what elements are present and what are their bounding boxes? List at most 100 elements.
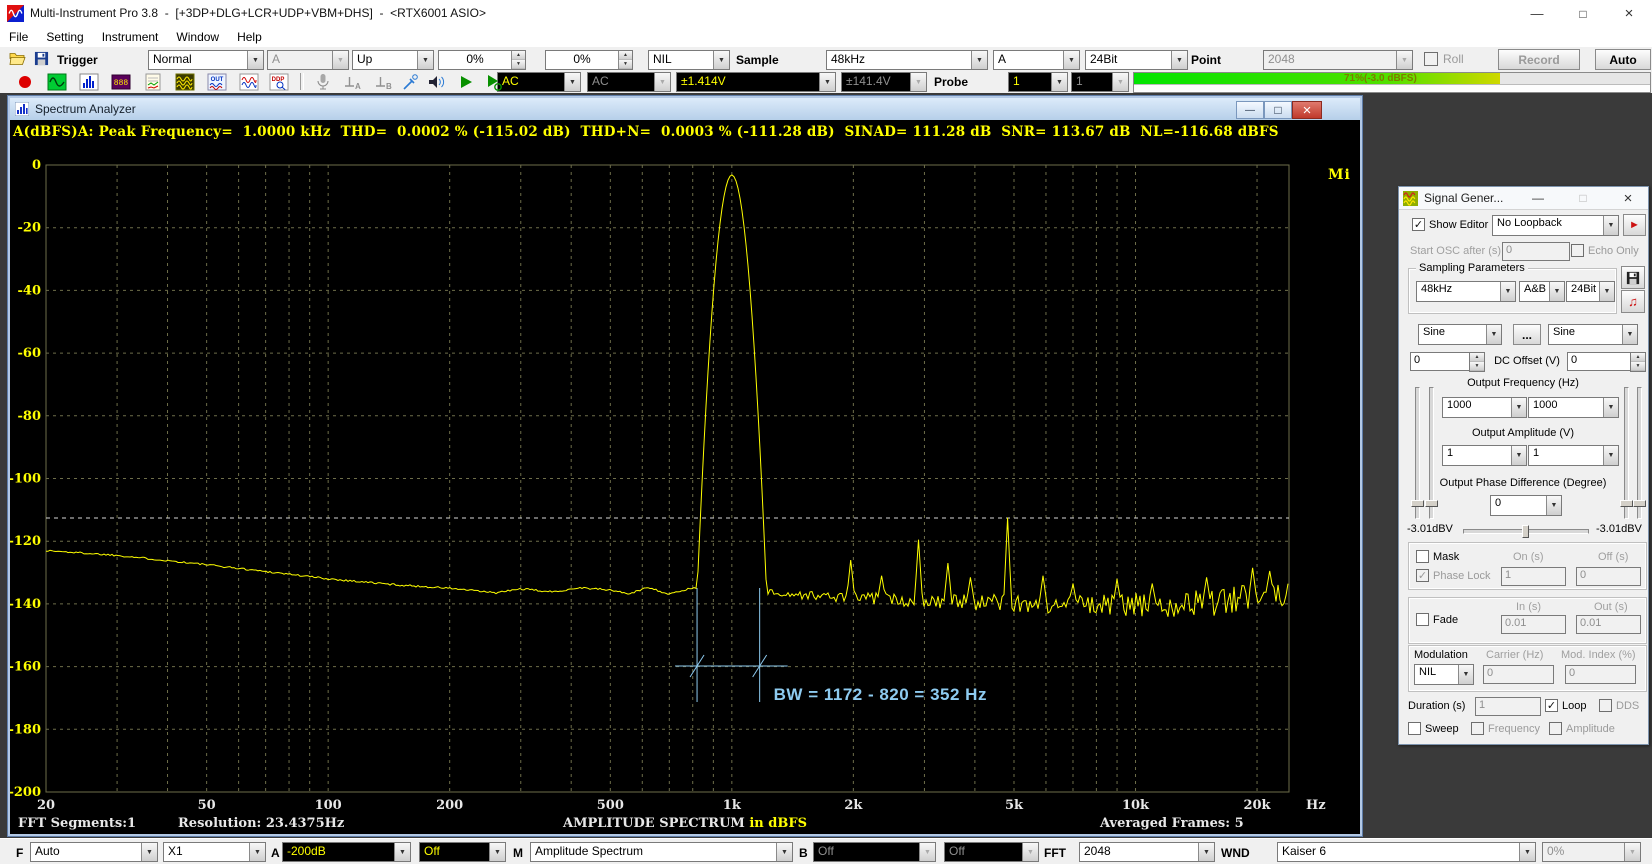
speaker-icon[interactable] — [426, 71, 448, 92]
gen-sample-rate-select[interactable]: 48kHz — [1416, 281, 1516, 302]
spectrum-analyzer-icon[interactable] — [78, 71, 100, 92]
modulation-type-select[interactable]: NIL — [1414, 664, 1474, 685]
probe-label: Probe — [934, 75, 968, 89]
save-signal-button[interactable] — [1621, 266, 1645, 289]
trigger-hpf-select[interactable]: NIL — [648, 50, 730, 70]
a-shift-select[interactable]: Off — [419, 842, 506, 862]
sample-bits-select[interactable]: 24Bit — [1085, 50, 1188, 70]
menu-window[interactable]: Window — [167, 27, 228, 46]
spectrum-restore-button[interactable] — [1264, 101, 1292, 119]
siggen-close-button[interactable] — [1617, 189, 1639, 207]
menu-setting[interactable]: Setting — [37, 27, 92, 46]
x-axis-tick-label: 10k — [1122, 798, 1150, 813]
zoom-select[interactable]: X1 — [163, 842, 266, 862]
level-slider-b1[interactable] — [1624, 387, 1629, 519]
device-test-plan-icon[interactable]: OUT — [206, 71, 228, 92]
loopback-select[interactable]: No Loopback — [1492, 215, 1619, 236]
trigger-edge-select[interactable]: Up — [352, 50, 434, 70]
microphone-icon[interactable] — [312, 71, 334, 92]
sweep-checkbox[interactable]: Sweep — [1408, 722, 1459, 735]
auto-button[interactable]: Auto — [1595, 49, 1651, 70]
fade-checkbox[interactable]: Fade — [1416, 613, 1458, 626]
frequency-b-select[interactable]: 1000 — [1528, 397, 1619, 418]
sample-channel-select[interactable]: A — [993, 50, 1080, 70]
window-function-select[interactable]: Kaiser 6 — [1277, 842, 1536, 862]
close-button[interactable] — [1606, 0, 1652, 27]
level-slider-a2[interactable] — [1429, 387, 1434, 519]
maximize-button[interactable] — [1560, 0, 1606, 27]
balance-slider[interactable] — [1463, 529, 1589, 534]
oscilloscope-icon[interactable] — [46, 71, 68, 92]
signal-generator-titlebar[interactable]: Signal Gener... — [1399, 187, 1648, 210]
coupling-a-select[interactable]: AC — [497, 72, 581, 92]
open-file-icon[interactable] — [6, 48, 28, 69]
ddp-viewer-icon[interactable]: DDP — [268, 71, 290, 92]
run-continuous-icon[interactable] — [483, 71, 505, 92]
menu-help[interactable]: Help — [228, 27, 271, 46]
menu-file[interactable]: File — [0, 27, 37, 46]
a-range-select[interactable]: -200dB — [282, 842, 411, 862]
dc-offset-b-spinner[interactable]: ▲▼ — [1630, 352, 1646, 372]
spectrum-minimize-button[interactable] — [1236, 101, 1264, 119]
save-icon[interactable] — [30, 48, 52, 69]
minimize-button[interactable] — [1514, 0, 1560, 27]
x-axis-unit-label: Hz — [1306, 798, 1326, 813]
spectrum-3d-plot-icon[interactable] — [174, 71, 196, 92]
chevron-down-icon — [1198, 843, 1214, 861]
y-axis-tick-label: -20 — [18, 221, 42, 236]
chevron-down-icon — [1063, 51, 1079, 69]
waveform-a-select[interactable]: Sine — [1418, 324, 1502, 345]
dc-offset-a-input[interactable]: 0 — [1410, 352, 1473, 371]
sample-rate-select[interactable]: 48kHz — [826, 50, 988, 70]
run-generator-button[interactable]: ► — [1623, 214, 1646, 236]
multimeter-icon[interactable]: 888 — [110, 71, 132, 92]
calibrate-a-icon[interactable]: A — [341, 71, 363, 92]
record-icon[interactable] — [14, 71, 36, 92]
svg-text:OUT: OUT — [211, 77, 224, 83]
music-file-button[interactable]: ♫ — [1621, 290, 1645, 313]
amplitude-a-select[interactable]: 1 — [1442, 445, 1527, 466]
more-waveform-button[interactable]: ... — [1513, 324, 1541, 345]
x-axis-tick-label: 1k — [723, 798, 742, 813]
mask-checkbox[interactable]: Mask — [1416, 550, 1459, 563]
gen-bits-select[interactable]: 24Bit — [1566, 281, 1615, 302]
chevron-down-icon — [1171, 51, 1187, 69]
menubar: FileSettingInstrumentWindowHelp — [0, 27, 1652, 46]
phase-lock-checkbox: Phase Lock — [1416, 569, 1490, 582]
freq-axis-select[interactable]: Auto — [30, 842, 158, 862]
trigger-mode-select[interactable]: Normal — [148, 50, 264, 70]
calibrate-b-icon[interactable]: B — [372, 71, 394, 92]
gen-channels-select[interactable]: A&B — [1519, 281, 1565, 302]
frequency-a-select[interactable]: 1000 — [1442, 397, 1527, 418]
data-logger-icon[interactable] — [142, 71, 164, 92]
dc-offset-b-input[interactable]: 0 — [1567, 352, 1633, 371]
loop-checkbox[interactable]: Loop — [1545, 699, 1586, 712]
plot-border — [46, 165, 1289, 792]
siggen-minimize-button[interactable] — [1527, 189, 1549, 207]
chevron-down-icon — [1051, 73, 1067, 91]
phase-difference-select[interactable]: 0 — [1490, 495, 1562, 516]
lcr-meter-icon[interactable] — [238, 71, 260, 92]
probe-a-select[interactable]: 1 — [1008, 72, 1068, 92]
menu-instrument[interactable]: Instrument — [93, 27, 168, 46]
show-editor-checkbox[interactable]: Show Editor — [1412, 218, 1488, 231]
y-axis-tick-label: 0 — [32, 158, 41, 173]
trigger-level-spinner[interactable]: 0%▲▼ — [438, 50, 526, 70]
spectrum-close-button[interactable] — [1292, 101, 1322, 119]
fft-segments-status: FFT Segments:1 — [18, 816, 136, 831]
waveform-b-select[interactable]: Sine — [1548, 324, 1638, 345]
dc-offset-a-spinner[interactable]: ▲▼ — [1469, 352, 1485, 372]
level-slider-b2[interactable] — [1637, 387, 1642, 519]
fft-size-select[interactable]: 2048 — [1079, 842, 1215, 862]
level-slider-a1[interactable] — [1415, 387, 1420, 519]
trigger-delay-spinner[interactable]: 0%▲▼ — [545, 50, 633, 70]
spectrum-window-titlebar[interactable]: Spectrum Analyzer — [10, 98, 1360, 120]
display-control-bar: F Auto X1 A -200dB Off M Amplitude Spect… — [0, 838, 1652, 864]
spectrum-chart[interactable]: 0-20-40-60-80-100-120-140-160-180-200205… — [10, 143, 1356, 834]
range-a-select[interactable]: ±1.414V — [676, 72, 836, 92]
trigger-source-select: A — [267, 50, 349, 70]
amplitude-b-select[interactable]: 1 — [1528, 445, 1619, 466]
probe-icon[interactable] — [400, 71, 422, 92]
run-icon[interactable] — [455, 71, 477, 92]
display-mode-select[interactable]: Amplitude Spectrum — [530, 842, 793, 862]
